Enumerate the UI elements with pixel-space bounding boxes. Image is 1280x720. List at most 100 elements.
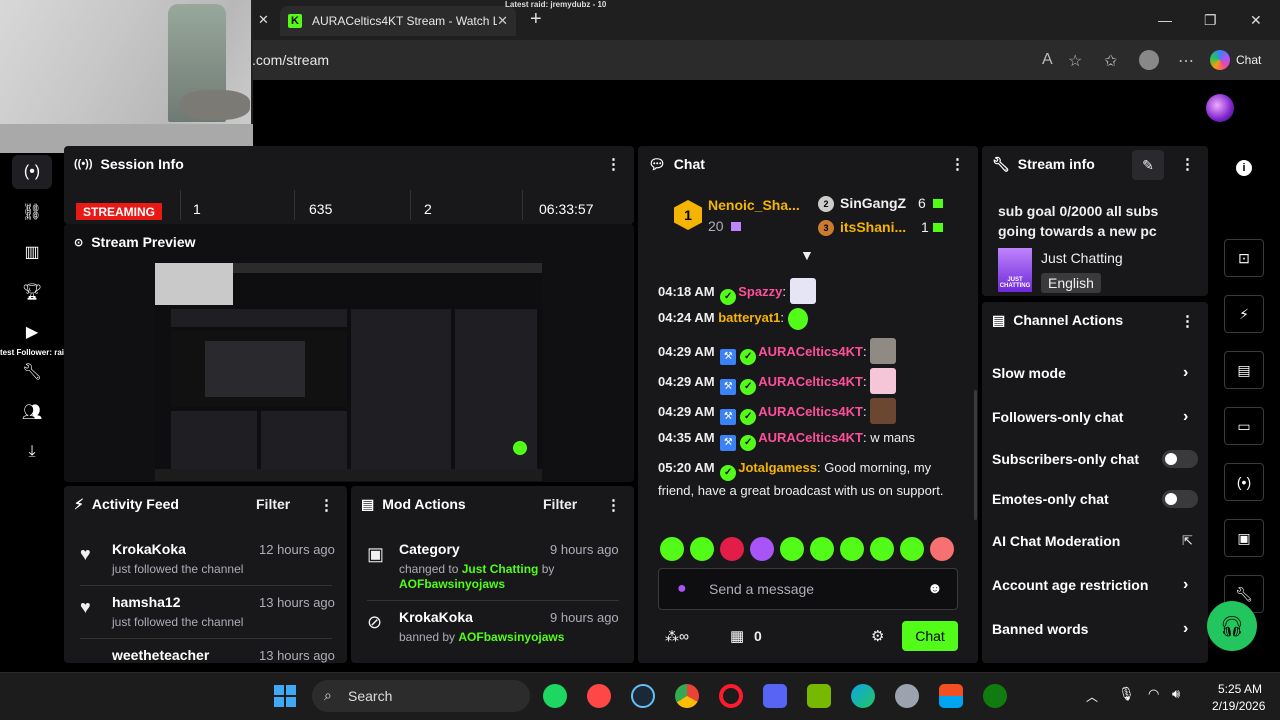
more-menu-icon[interactable]: ⋯ <box>1178 51 1194 71</box>
channel-actions-menu-icon[interactable]: ⋮ <box>1180 312 1195 330</box>
ea-icon[interactable] <box>587 684 611 708</box>
store-icon[interactable] <box>939 684 963 708</box>
chat-settings-icon[interactable]: ⚙ <box>871 627 884 645</box>
collapse-icon[interactable]: ▼ <box>800 247 814 263</box>
stream-title-text: sub goal 0/2000 all subs going towards a… <box>998 203 1159 239</box>
rank-3-badge: 3 <box>818 220 834 236</box>
taskbar-clock[interactable]: 5:25 AM 2/19/2026 <box>1212 681 1266 715</box>
url-field[interactable]: .com/stream <box>252 52 329 68</box>
read-aloud-icon[interactable]: A <box>1042 51 1053 69</box>
close-prev-tab-icon[interactable]: ✕ <box>258 12 269 28</box>
minimize-button[interactable]: — <box>1158 12 1172 28</box>
xbox-icon[interactable] <box>983 684 1007 708</box>
activity-filter-button[interactable]: Filter <box>256 496 290 512</box>
tray-chevron-icon[interactable]: ︿ <box>1086 688 1098 705</box>
screenshot-icon[interactable]: ⊡ <box>1224 239 1264 277</box>
emoji-icon[interactable]: ☻ <box>927 580 943 597</box>
wrench-icon[interactable]: 🔧︎ <box>22 362 42 382</box>
profile-icon[interactable] <box>1139 50 1159 70</box>
followers-only-row[interactable]: Followers-only chat <box>992 409 1123 425</box>
activity-name[interactable]: weetheteacher <box>112 647 209 663</box>
community-icon[interactable]: 👥︎ <box>22 402 42 422</box>
chat-message: 04:29 AM ⚒ ✓ AURACeltics4KT: <box>658 398 897 425</box>
mod-filter-button[interactable]: Filter <box>543 496 577 512</box>
browser-tab[interactable]: K AURACeltics4KT Stream - Watch L ✕ <box>280 6 516 36</box>
gifter-3-name[interactable]: itsShani... <box>840 219 906 235</box>
mic-tray-icon[interactable]: 🎙︎ <box>1118 686 1135 702</box>
chevron-right-icon[interactable]: › <box>1183 408 1188 426</box>
app-icon[interactable] <box>895 684 919 708</box>
activity-name[interactable]: hamsha12 <box>112 594 180 610</box>
video-icon[interactable]: ▶ <box>22 322 42 342</box>
edit-icon[interactable]: ✎ <box>1132 150 1164 180</box>
emote-bar[interactable] <box>660 537 954 561</box>
mod-menu-icon[interactable]: ⋮ <box>606 496 621 514</box>
ai-moderation-row[interactable]: AI Chat Moderation <box>992 533 1120 549</box>
windows-start-icon[interactable] <box>274 685 296 707</box>
discord-icon[interactable] <box>763 684 787 708</box>
link-icon[interactable]: ⛓ <box>22 202 42 222</box>
taskbar-search-label: Search <box>348 688 393 704</box>
clock-date: 2/19/2026 <box>1212 699 1266 713</box>
send-chat-button[interactable]: Chat <box>902 621 958 651</box>
mic-icon[interactable]: ● <box>677 580 687 598</box>
chevron-right-icon[interactable]: › <box>1183 620 1188 638</box>
account-age-row[interactable]: Account age restriction <box>992 577 1148 593</box>
subscribers-only-toggle[interactable] <box>1162 450 1198 468</box>
info-icon[interactable]: i <box>1236 160 1252 176</box>
restore-button[interactable]: ❐ <box>1204 12 1217 29</box>
subscribers-only-row: Subscribers-only chat <box>992 451 1140 467</box>
viewers-value: 1 <box>193 201 201 217</box>
activity-name[interactable]: KrokaKoka <box>112 541 186 557</box>
opera-icon[interactable] <box>719 684 743 708</box>
gift-icon <box>731 222 741 231</box>
gifter-2-name[interactable]: SinGangZ <box>840 195 906 211</box>
favorites-icon[interactable]: ✩ <box>1104 51 1117 71</box>
download-icon[interactable]: ⤓ <box>22 442 42 462</box>
chat-menu-icon[interactable]: ⋮ <box>950 155 965 173</box>
broadcast-icon[interactable]: (•) <box>1224 463 1264 501</box>
chat-input[interactable]: ● Send a message ☻ <box>658 568 958 610</box>
gift-icon <box>933 223 943 232</box>
community-icon[interactable]: ⁂∞ <box>665 628 689 645</box>
activity-time: 12 hours ago <box>259 542 335 557</box>
favorite-star-icon[interactable]: ☆ <box>1068 51 1082 71</box>
category-name[interactable]: Just Chatting <box>1041 250 1123 266</box>
lightning-icon[interactable]: ⚡︎ <box>1224 295 1264 333</box>
volume-icon[interactable]: 🔊︎ <box>1172 686 1180 702</box>
wifi-icon[interactable]: ◠ <box>1148 686 1159 702</box>
edge-icon[interactable] <box>851 684 875 708</box>
close-tab-icon[interactable]: ✕ <box>497 13 508 29</box>
activity-menu-icon[interactable]: ⋮ <box>319 496 334 514</box>
emotes-only-toggle[interactable] <box>1162 490 1198 508</box>
analytics-icon[interactable]: ▥ <box>22 242 42 262</box>
slow-mode-row[interactable]: Slow mode <box>992 365 1066 381</box>
session-menu-icon[interactable]: ⋮ <box>606 155 621 173</box>
support-fab[interactable]: 🎧︎ <box>1207 601 1257 651</box>
chat-bubble-icon[interactable]: ▭ <box>1224 407 1264 445</box>
chrome-icon[interactable] <box>675 684 699 708</box>
chevron-right-icon[interactable]: › <box>1183 576 1188 594</box>
copilot-button[interactable]: Chat <box>1210 47 1274 73</box>
nvidia-icon[interactable] <box>807 684 831 708</box>
chevron-right-icon[interactable]: › <box>1183 364 1188 382</box>
user-avatar[interactable] <box>1206 94 1234 122</box>
spotify-icon[interactable] <box>543 684 567 708</box>
external-link-icon[interactable]: ⇱ <box>1182 533 1193 549</box>
steam-icon[interactable] <box>631 684 655 708</box>
banned-words-row[interactable]: Banned words <box>992 621 1088 637</box>
stream-info-menu-icon[interactable]: ⋮ <box>1180 155 1195 173</box>
taskbar-search[interactable]: ⌕ Search <box>312 680 530 712</box>
chat-scrollbar[interactable] <box>974 390 977 520</box>
broadcast-icon[interactable]: (•) <box>22 162 42 182</box>
close-window-button[interactable]: ✕ <box>1250 12 1262 29</box>
notes-icon[interactable]: ▤ <box>1224 351 1264 389</box>
latest-raid-overlay: Latest raid: jremydubz - 10 <box>505 0 607 9</box>
trophy-icon[interactable]: 🏆︎ <box>22 282 42 302</box>
store-icon[interactable]: ▦ <box>730 627 744 645</box>
activity-sub: just followed the channel <box>112 615 244 629</box>
top-gifter-name[interactable]: Nenoic_Sha... <box>708 197 800 213</box>
new-tab-button[interactable]: + <box>530 8 542 31</box>
camera-icon[interactable]: ▣ <box>1224 519 1264 557</box>
stream-preview-video[interactable] <box>155 263 542 481</box>
